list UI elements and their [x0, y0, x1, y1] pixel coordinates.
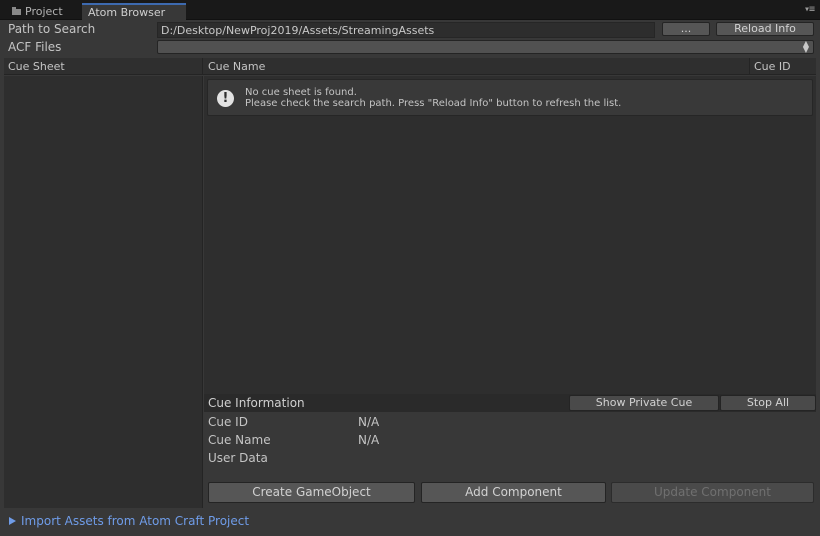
tab-project-label: Project [25, 5, 63, 18]
help-message-box: ! No cue sheet is found. Please check th… [207, 79, 813, 116]
atom-browser-panel: Path to Search D:/Desktop/NewProj2019/As… [0, 20, 820, 536]
import-assets-foldout[interactable]: Import Assets from Atom Craft Project [9, 514, 249, 528]
acf-files-label: ACF Files [8, 40, 62, 54]
path-label: Path to Search [8, 22, 96, 36]
path-input[interactable]: D:/Desktop/NewProj2019/Assets/StreamingA… [157, 22, 655, 38]
tab-atom-browser-label: Atom Browser [88, 6, 166, 19]
add-component-button[interactable]: Add Component [421, 482, 606, 503]
foldout-arrow-icon [9, 517, 16, 525]
user-data-label: User Data [208, 451, 268, 465]
browse-button[interactable]: ... [662, 22, 710, 36]
tab-strip: Project Atom Browser ▾≡ [0, 0, 820, 20]
cue-sheet-list[interactable] [4, 76, 203, 508]
tab-project[interactable]: Project [6, 3, 80, 20]
cue-information-title: Cue Information [208, 396, 305, 410]
reload-info-button[interactable]: Reload Info [716, 22, 814, 36]
cue-id-label: Cue ID [208, 415, 248, 429]
updown-arrows-icon: ▲ ▼ [802, 39, 809, 54]
help-message-text: No cue sheet is found. Please check the … [245, 87, 621, 109]
cue-name-value: N/A [358, 433, 380, 447]
update-component-button: Update Component [611, 482, 814, 503]
import-assets-label: Import Assets from Atom Craft Project [21, 514, 250, 528]
cue-information-header: Cue Information Show Private Cue Stop Al… [204, 394, 816, 412]
column-header-cue-sheet[interactable]: Cue Sheet [4, 58, 203, 75]
acf-files-dropdown[interactable]: ▲ ▼ [157, 40, 814, 54]
help-message-line2: Please check the search path. Press "Rel… [245, 98, 622, 109]
cue-id-value: N/A [358, 415, 380, 429]
tab-atom-browser[interactable]: Atom Browser [82, 3, 186, 20]
help-message-line1: No cue sheet is found. [245, 87, 357, 98]
info-icon: ! [217, 90, 234, 107]
column-headers: Cue Sheet Cue Name Cue ID [4, 58, 816, 75]
cue-name-label: Cue Name [208, 433, 271, 447]
window-menu-icon[interactable]: ▾≡ [804, 4, 815, 15]
column-header-cue-id[interactable]: Cue ID [750, 58, 816, 75]
column-header-cue-name[interactable]: Cue Name [204, 58, 750, 75]
folder-icon [12, 7, 21, 15]
create-gameobject-button[interactable]: Create GameObject [208, 482, 415, 503]
cue-list[interactable]: ! No cue sheet is found. Please check th… [204, 76, 816, 394]
stop-all-button[interactable]: Stop All [720, 395, 816, 411]
show-private-cue-toggle[interactable]: Show Private Cue [569, 395, 719, 411]
